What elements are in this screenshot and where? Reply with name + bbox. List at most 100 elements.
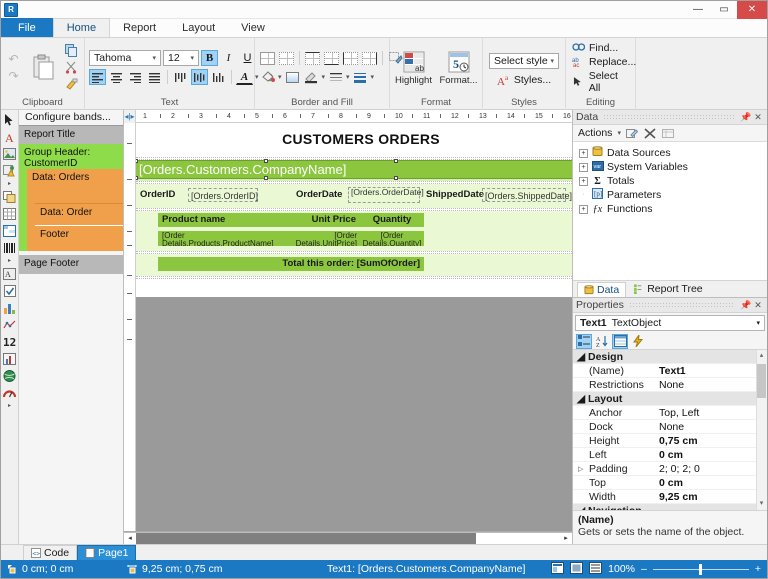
tab-report[interactable]: Report — [110, 18, 169, 37]
band-data-order[interactable]: Data: Order — [35, 203, 123, 225]
canvas-band-report-title[interactable]: CUSTOMERS ORDERS — [136, 123, 572, 157]
properties-grid[interactable]: ◢ Design(Name)Text1RestrictionsNone◢ Lay… — [573, 350, 767, 510]
matrix-icon[interactable] — [2, 223, 17, 238]
canvas-band-footer[interactable]: Total this order: [SumOfOrder] — [136, 254, 572, 276]
table-cell-qty[interactable]: [Order Details.Quantity] — [360, 231, 424, 246]
property-value[interactable]: 0 cm — [655, 477, 767, 489]
border-all-button[interactable] — [259, 50, 276, 66]
align-right-button[interactable] — [127, 69, 144, 85]
actions-label[interactable]: Actions — [578, 127, 612, 139]
tree-node-parameters[interactable]: · [p] Parameters — [577, 188, 767, 202]
property-row[interactable]: Top0 cm — [573, 476, 767, 490]
view-icon[interactable] — [662, 127, 675, 140]
events-icon[interactable] — [630, 334, 646, 349]
scroll-left-button[interactable]: ◂ — [124, 533, 136, 544]
format-button[interactable]: 5 Format... — [439, 41, 478, 95]
property-row[interactable]: DockNone — [573, 420, 767, 434]
map-icon[interactable] — [2, 368, 17, 383]
property-value[interactable]: 9,25 cm — [655, 491, 767, 503]
shippeddate-value-object[interactable]: [Orders.ShippedDate] — [482, 188, 566, 202]
property-value[interactable]: None — [655, 379, 767, 391]
more-arrow-icon[interactable]: ▸ — [2, 180, 17, 187]
table-icon[interactable] — [2, 206, 17, 221]
select-all-button[interactable]: Select All — [572, 70, 631, 94]
scroll-down-button[interactable]: ▾ — [757, 499, 766, 509]
pin-icon[interactable]: 📌 — [740, 300, 752, 311]
property-row[interactable]: RestrictionsNone — [573, 378, 767, 392]
resize-handle[interactable] — [136, 159, 138, 163]
property-category[interactable]: ◢ Design — [573, 350, 767, 364]
property-row[interactable]: Width9,25 cm — [573, 490, 767, 504]
redo-button[interactable]: ↷ — [5, 68, 22, 84]
alphabetical-icon[interactable]: AZ — [594, 334, 610, 349]
report-title-object[interactable]: CUSTOMERS ORDERS — [136, 123, 572, 147]
tab-page1[interactable]: Page1 — [77, 545, 136, 560]
property-value[interactable]: Text1 — [655, 365, 767, 377]
orderid-value-object[interactable]: [Orders.OrderID] — [188, 188, 258, 202]
scroll-up-button[interactable]: ▴ — [757, 351, 766, 361]
paste-button[interactable] — [24, 41, 63, 95]
data-tree[interactable]: + Data Sources + var System Variables — [573, 142, 767, 280]
barcode-icon[interactable] — [2, 240, 17, 255]
resize-handle[interactable] — [394, 159, 398, 163]
valign-top-button[interactable] — [172, 69, 189, 85]
ruler-corner-button[interactable]: ◂|▸ — [124, 110, 136, 123]
digits-icon[interactable]: 12 — [2, 334, 17, 349]
border-top-button[interactable] — [304, 50, 321, 66]
close-button[interactable]: ✕ — [737, 1, 767, 19]
property-row[interactable]: Height0,75 cm — [573, 434, 767, 448]
object-selector-combo[interactable]: Text1 TextObject ▾ — [575, 315, 765, 331]
property-value[interactable]: 0 cm — [655, 449, 767, 461]
canvas-band-page-footer[interactable] — [136, 279, 572, 297]
preview-view-icon[interactable] — [570, 562, 583, 577]
chevron-down-icon[interactable]: ▾ — [278, 73, 282, 81]
band-data-orders[interactable]: Data: Orders — [27, 169, 123, 203]
underline-button[interactable]: U — [239, 50, 256, 66]
band-footer[interactable]: Footer — [35, 225, 123, 251]
align-center-button[interactable] — [108, 69, 125, 85]
property-value[interactable]: 0,75 cm — [655, 435, 767, 447]
orderdate-value-object[interactable]: [Orders.OrderDate] — [348, 187, 420, 203]
vertical-ruler[interactable] — [124, 123, 136, 531]
border-left-button[interactable] — [342, 50, 359, 66]
zoom-slider-knob[interactable] — [699, 564, 702, 575]
tab-code[interactable]: <> Code — [23, 545, 77, 560]
border-style-button[interactable] — [327, 69, 344, 85]
chevron-down-icon[interactable]: ▾ — [617, 129, 621, 137]
font-name-combo[interactable]: Tahoma ▾ — [89, 50, 161, 66]
expand-icon[interactable]: + — [579, 177, 588, 186]
expand-icon[interactable]: + — [579, 163, 588, 172]
chevron-down-icon[interactable]: ▾ — [346, 73, 350, 81]
table-cell-product[interactable]: [Order Details.Products.ProductName] — [158, 231, 292, 246]
select-arrow-icon[interactable] — [2, 112, 17, 127]
expand-icon[interactable]: ▷ — [578, 465, 583, 473]
property-value[interactable]: 2; 0; 2; 0 — [655, 463, 767, 475]
border-bottom-button[interactable] — [323, 50, 340, 66]
fill-color-button[interactable] — [259, 69, 276, 85]
design-view-icon[interactable] — [551, 562, 564, 577]
sparkline-icon[interactable] — [2, 317, 17, 332]
checkbox-icon[interactable] — [2, 283, 17, 298]
orderid-label-object[interactable]: OrderID — [140, 189, 175, 200]
property-row[interactable]: AnchorTop, Left — [573, 406, 767, 420]
format-painter-button[interactable] — [63, 77, 80, 93]
expand-icon[interactable]: + — [579, 149, 588, 158]
resize-handle[interactable] — [394, 176, 398, 180]
replace-button[interactable]: ab ac Replace... — [572, 56, 636, 68]
rich-text-icon[interactable] — [2, 163, 17, 178]
chevron-down-icon[interactable]: ▾ — [371, 73, 375, 81]
horizontal-ruler[interactable]: 12345678910111213141516 — [136, 110, 572, 123]
valign-middle-button[interactable] — [191, 69, 208, 85]
fill-style-button[interactable] — [284, 69, 301, 85]
text-object-icon[interactable]: A — [2, 129, 17, 144]
band-page-footer[interactable]: Page Footer — [19, 255, 123, 274]
property-row[interactable]: (Name)Text1 — [573, 364, 767, 378]
valign-bottom-button[interactable] — [210, 69, 227, 85]
border-color-button[interactable] — [303, 69, 320, 85]
property-value[interactable]: Top, Left — [655, 407, 767, 419]
gauge-icon[interactable] — [2, 385, 17, 400]
font-size-combo[interactable]: 12 ▾ — [163, 50, 199, 66]
resize-handle[interactable] — [264, 176, 268, 180]
scroll-right-button[interactable]: ▸ — [560, 533, 572, 544]
table-cell-price[interactable]: [Order Details.UnitPrice] — [292, 231, 360, 246]
